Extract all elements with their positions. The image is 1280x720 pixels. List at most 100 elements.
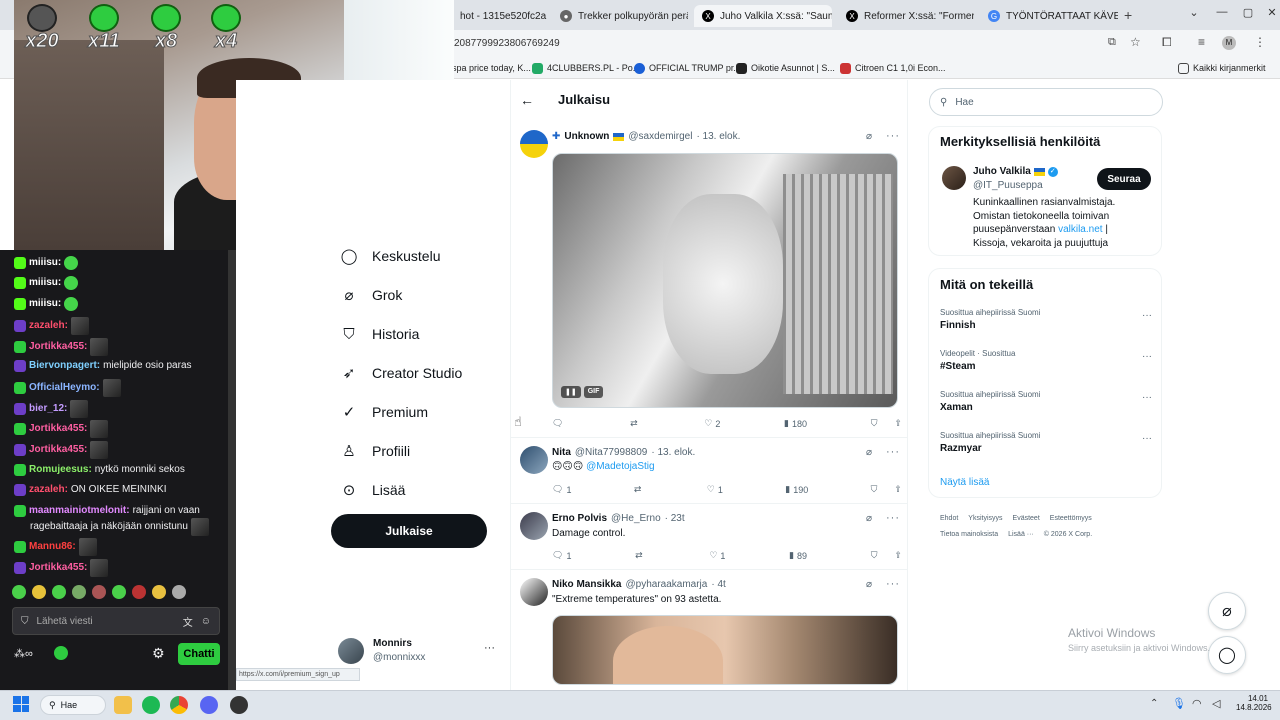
bookmark-4[interactable]: Oikotie Asunnot | S... [736,60,835,76]
footer-link[interactable]: Ehdot [940,515,958,522]
chevron-down-icon[interactable]: ⌄ [1184,6,1204,24]
spotify-icon[interactable] [142,696,160,714]
chat-username[interactable]: miiisu: [29,255,61,271]
share-icon[interactable]: ⇪ [894,484,902,495]
views-button[interactable]: ▮ 89 [789,550,807,561]
more-icon[interactable]: ··· [886,512,900,524]
trend-item[interactable]: Suosittua aihepiirissä Suomi Xaman ··· [940,390,1152,413]
emote-icon[interactable] [152,585,166,599]
tweet-handle[interactable]: @saxdemirgel [628,131,692,142]
share-icon[interactable]: ⇪ [894,550,902,561]
more-icon[interactable]: ··· [1142,351,1152,362]
search-input[interactable]: ⚲ Hae [929,88,1163,116]
emote-icon[interactable] [72,585,86,599]
chat-username[interactable]: Jortikka455: [29,560,87,576]
grok-fab[interactable]: ⌀ [1208,592,1246,630]
emote-icon[interactable] [112,585,126,599]
chat-input[interactable]: ⛉ Lähetä viesti 文 ☺ [12,607,220,635]
url-input[interactable]: 2087799923806769249 [450,34,1090,54]
emote-icon[interactable] [32,585,46,599]
footer-link[interactable]: Lisää ··· [1008,531,1034,538]
pause-icon[interactable]: ❚❚ [561,386,581,398]
more-icon[interactable]: ··· [1142,392,1152,403]
window-close-icon[interactable]: ✕ [1262,6,1280,24]
trend-item[interactable]: Suosittua aihepiirissä Suomi Razmyar ··· [940,431,1152,454]
post-button[interactable]: Julkaise [331,514,487,548]
more-icon[interactable]: ··· [886,130,900,142]
trend-item[interactable]: Suosittua aihepiirissä Suomi Finnish ··· [940,308,1152,331]
app-icon[interactable] [230,696,248,714]
emote-icon[interactable] [12,585,26,599]
footer-link[interactable]: Esteettömyys [1050,515,1092,522]
person-name-row[interactable]: Juho Valkila ✓ [973,166,1058,177]
repost-button[interactable]: ⇄ [635,550,646,561]
tweet-handle[interactable]: @pyharaakamarja [625,579,707,590]
mention-link[interactable]: @MadetojaStig [586,461,655,472]
chat-username[interactable]: zazaleh: [29,318,68,334]
tweet-author[interactable]: Unknown [564,131,609,142]
footer-link[interactable]: © 2026 X Corp. [1044,531,1092,538]
emote-icon[interactable] [52,585,66,599]
emoji-icon[interactable]: ☺ [201,616,211,627]
tweet-media-image[interactable] [552,615,898,685]
chat-username[interactable]: Biervonpagert: [29,358,100,374]
bookmark-button[interactable]: ⛉ ⇪ [871,484,902,495]
reply-button[interactable]: 🗨 1 [552,550,571,561]
follow-button[interactable]: Seuraa [1097,168,1151,190]
all-bookmarks[interactable]: Kaikki kirjanmerkit [1178,60,1266,76]
nav-item-4[interactable]: ✓ Premium [340,398,428,426]
chevron-up-icon[interactable]: ⌃ [1150,698,1158,709]
tab-1[interactable]: hot - 1315e520fc2a✕ [452,5,548,27]
like-button[interactable]: ♡ 1 [707,484,723,495]
profile-avatar[interactable]: M [1222,36,1236,50]
tweet-date[interactable]: · 13. elok. [651,447,695,458]
tab-4[interactable]: XReformer X:ssä: "Former C✕ [838,5,974,27]
emote-icon[interactable] [132,585,146,599]
windows-start-icon[interactable] [13,696,29,712]
extensions-icon[interactable]: ⧠ [1162,35,1172,50]
volume-icon[interactable]: ◁ [1212,697,1220,710]
nav-item-0[interactable]: ◯ Keskustelu [340,242,441,270]
minimize-icon[interactable]: — [1212,6,1232,24]
emote-icon[interactable] [172,585,186,599]
tweet-1[interactable]: ✚ Unknown @saxdemirgel · 13. elok. ⌀ ··· ❚❚… [510,122,908,438]
tweet-author[interactable]: Nita [552,447,571,458]
avatar[interactable] [942,166,966,190]
share-icon[interactable]: ⇪ [894,418,902,429]
clock[interactable]: 14.01 14.8.2026 [1236,694,1272,712]
bookmark-1[interactable]: spa price today, K... [452,60,531,76]
tab-3[interactable]: XJuho Valkila X:ssä: "Saun✕ [694,5,832,27]
more-icon[interactable]: ··· [886,578,900,590]
show-more-link[interactable]: Näytä lisää [940,477,989,488]
bookmark-button[interactable]: ⛉ ⇪ [871,418,902,429]
chat-username[interactable]: miiisu: [29,296,61,312]
bookmark-5[interactable]: Citroen C1 1,0i Econ... [840,60,946,76]
nav-item-2[interactable]: ⛉ Historia [340,320,419,348]
nav-item-1[interactable]: ⌀ Grok [340,281,402,309]
messages-fab[interactable]: ◯ [1208,636,1246,674]
chat-username[interactable]: Jortikka455: [29,442,87,458]
reply-button[interactable]: 🗨 1 [552,484,571,495]
chat-username[interactable]: Jortikka455: [29,421,87,437]
media-control-icon[interactable]: ≡ [1198,35,1205,49]
views-button[interactable]: ▮ 190 [785,484,808,495]
tweet-3[interactable]: Erno Polvis @He_Erno · 23t ⌀ ··· Damage co… [510,504,908,570]
tweet-media-gif[interactable]: ❚❚ GIF [552,153,898,408]
more-icon[interactable]: ··· [1142,433,1152,444]
chat-username[interactable]: Romujeesus: [29,462,92,478]
chat-username[interactable]: OfficialHeymo: [29,380,100,396]
tweet-author[interactable]: Erno Polvis [552,513,607,524]
install-icon[interactable]: ⧉ [1108,36,1116,49]
chat-username[interactable]: Jortikka455: [29,339,87,355]
like-button[interactable]: ♡ 1 [709,550,725,561]
chrome-icon[interactable] [170,696,188,714]
file-explorer-icon[interactable] [114,696,132,714]
repost-button[interactable]: ⇄ [630,418,641,429]
tweet-date[interactable]: · 4t [711,579,725,590]
new-tab-icon[interactable]: + [1124,7,1132,23]
gear-icon[interactable]: ⚙ [152,645,165,662]
grok-icon[interactable]: ⌀ [866,513,872,524]
tweet-author[interactable]: Niko Mansikka [552,579,621,590]
views-button[interactable]: ▮ 180 [784,418,807,429]
chat-username[interactable]: bier_12: [29,401,67,417]
